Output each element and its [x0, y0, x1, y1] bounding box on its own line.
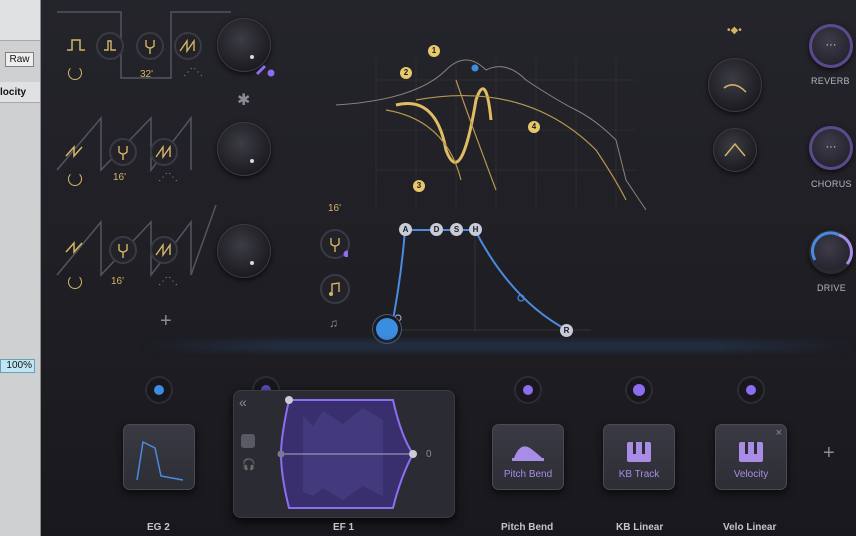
synth-window: Raw locity 100% 32' ⋰⋱ ✱ 16' ⋰⋱ 16' ⋰⋱ +… [0, 0, 856, 536]
power-icon[interactable] [68, 172, 82, 186]
filter-point-3[interactable]: 3 [413, 180, 425, 192]
chorus-knob[interactable]: ··· [809, 126, 853, 170]
collapse-icon[interactable]: « [239, 394, 247, 410]
power-icon[interactable] [68, 66, 82, 80]
link-icon[interactable]: •◆• [727, 25, 742, 36]
reverb-label[interactable]: REVERB [811, 76, 850, 86]
chorus-label[interactable]: CHORUS [811, 179, 852, 189]
ef1-panel[interactable]: « 🎧 0 [233, 390, 455, 518]
envelope-stage-d[interactable]: D [430, 223, 443, 236]
drive-knob[interactable] [809, 230, 853, 274]
host-header [0, 0, 40, 41]
envelope-release-point[interactable]: R [560, 324, 573, 337]
eg2-footer-label[interactable]: EG 2 [147, 522, 170, 533]
ef1-value: 0 [426, 449, 432, 460]
osc1-octave: 32' [140, 69, 154, 80]
envelope-shape-icon [136, 440, 184, 481]
filter-display[interactable] [296, 40, 736, 220]
tuning-fork-icon[interactable] [320, 229, 351, 259]
keyboard-icon [739, 442, 763, 462]
kb-track-source[interactable]: KB Track [603, 424, 675, 490]
velocity-source[interactable]: × Velocity [715, 424, 787, 490]
square-wave-icon[interactable] [65, 36, 87, 54]
filter-point-4[interactable]: 4 [528, 121, 540, 133]
reverb-knob[interactable]: ··· [809, 24, 853, 68]
music-note-icon[interactable]: ♫ [329, 316, 338, 330]
pulse-width-icon[interactable] [96, 32, 124, 60]
saw-wave-icon[interactable] [150, 138, 178, 166]
tuning-fork-icon[interactable] [109, 236, 137, 264]
shape-knob[interactable] [713, 128, 757, 172]
pitch-bend-mod-knob[interactable] [516, 378, 540, 402]
pitch-bend-icon [512, 446, 544, 461]
envelope-stage-s[interactable]: S [450, 223, 463, 236]
raw-button[interactable]: Raw [5, 52, 34, 67]
osc2-octave: 16' [113, 172, 127, 183]
saw-wave-icon[interactable] [63, 238, 85, 256]
tuning-fork-icon[interactable] [109, 138, 137, 166]
ef1-waveform[interactable] [273, 396, 423, 512]
osc3-octave: 16' [111, 276, 125, 287]
audio-input-icon[interactable] [241, 434, 255, 448]
envelope-stage-h[interactable]: H [469, 223, 482, 236]
osc1-mod-arc [255, 64, 275, 77]
drive-label[interactable]: DRIVE [817, 283, 846, 293]
add-modulator-icon[interactable]: + [823, 442, 835, 465]
host-side-panel: Raw locity 100% [0, 0, 41, 536]
spread-icon[interactable]: ⋰⋱ [183, 67, 203, 78]
more-icon: ··· [825, 39, 837, 51]
osc2-level-knob[interactable] [217, 122, 271, 176]
filter-point-2[interactable]: 2 [400, 67, 412, 79]
kb-track-mod-knob[interactable] [627, 378, 651, 402]
velocity-label: locity [0, 87, 27, 98]
headphones-icon[interactable]: 🎧 [242, 458, 256, 471]
ef1-footer-label[interactable]: EF 1 [333, 522, 354, 533]
tuning-fork-icon[interactable] [136, 32, 164, 60]
kb-track-label: KB Track [618, 469, 660, 480]
osc3-level-knob[interactable] [217, 224, 271, 278]
asterisk-icon[interactable]: ✱ [237, 90, 250, 110]
eg2-mod-knob[interactable] [147, 378, 171, 402]
velocity-mod-knob[interactable] [739, 378, 763, 402]
filter-octave: 16' [328, 203, 342, 214]
instrument-panel: 32' ⋰⋱ ✱ 16' ⋰⋱ 16' ⋰⋱ + 1 2 3 4 16' ♫ A… [41, 0, 856, 536]
character-knob[interactable] [708, 58, 762, 112]
add-oscillator-icon[interactable]: + [160, 310, 172, 333]
kb-linear-footer-label[interactable]: KB Linear [616, 522, 663, 533]
saw-wave-icon[interactable] [150, 236, 178, 264]
saw-wave-icon[interactable] [174, 32, 202, 60]
keyboard-icon [627, 442, 651, 462]
eg2-source[interactable] [123, 424, 195, 490]
spread-icon[interactable]: ⋰⋱ [158, 276, 178, 287]
envelope-glow-bar [141, 340, 856, 352]
pitch-bend-source[interactable]: Pitch Bend [492, 424, 564, 490]
velo-linear-footer-label[interactable]: Velo Linear [723, 522, 776, 533]
envelope-stage-a[interactable]: A [399, 223, 412, 236]
pitch-bend-label: Pitch Bend [503, 469, 553, 480]
percent-field[interactable]: 100% [0, 359, 35, 373]
spread-icon[interactable]: ⋰⋱ [158, 172, 178, 183]
power-icon[interactable] [68, 275, 82, 289]
envelope-display[interactable] [361, 220, 621, 350]
filter-point-1[interactable]: 1 [428, 45, 440, 57]
note-icon[interactable] [320, 274, 350, 304]
velocity-label: Velocity [733, 469, 769, 480]
saw-wave-icon[interactable] [63, 142, 85, 160]
envelope-start-handle[interactable] [376, 318, 398, 340]
pitch-bend-footer-label[interactable]: Pitch Bend [501, 522, 553, 533]
more-icon: ··· [825, 141, 837, 153]
